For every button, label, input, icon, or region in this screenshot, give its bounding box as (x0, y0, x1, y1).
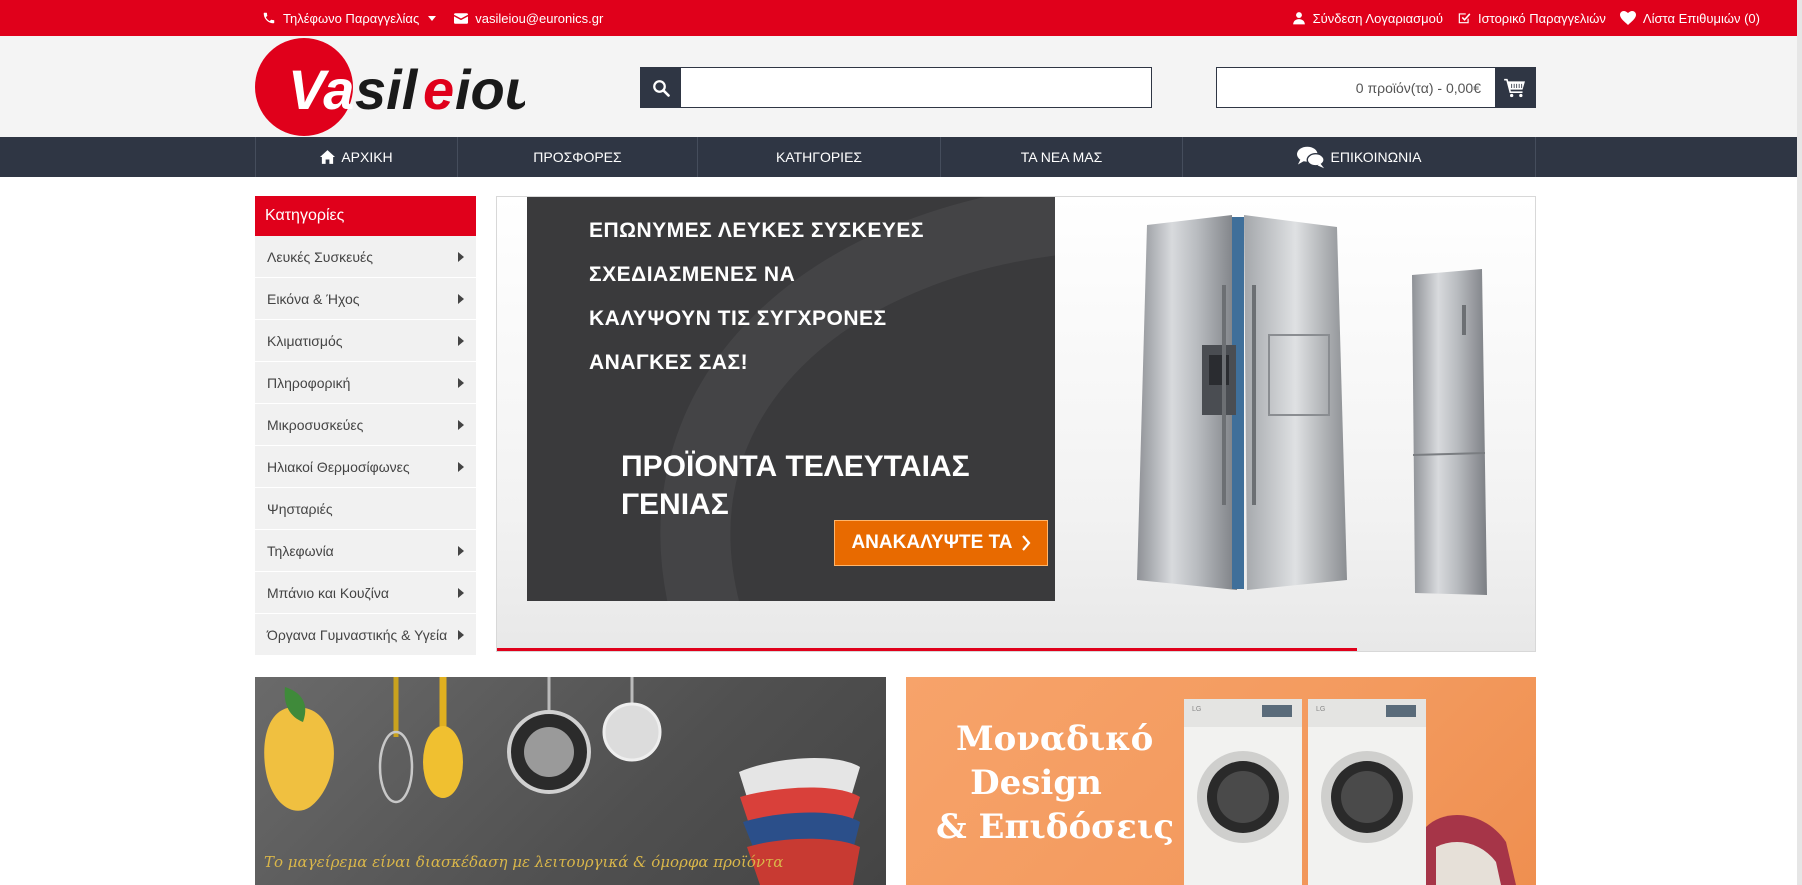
discover-button-label: ΑΝΑΚΑΛΥΨΤΕ ΤΑ (851, 532, 1013, 553)
slider-progress-bar (497, 648, 1357, 651)
chevron-right-icon (1021, 535, 1030, 551)
cart-summary: 0 προϊόν(τα) - 0,00€ (1355, 79, 1481, 96)
category-label: Μικροσυσκεύες (267, 416, 364, 433)
category-item[interactable]: Εικόνα & Ήχος (255, 278, 476, 320)
kitchen-banner[interactable]: Το μαγείρεμα είναι διασκέδαση με λειτουρ… (255, 677, 886, 885)
nav-offers-label: ΠΡΟΣΦΟΡΕΣ (533, 149, 622, 165)
hero-line: ΚΑΛΥΨΟΥΝ ΤΙΣ ΣΥΓΧΡΟΝΕΣ (589, 307, 887, 330)
order-history-label: Ιστορικό Παραγγελιών (1477, 10, 1606, 26)
login-label: Σύνδεση Λογαριασμού (1312, 10, 1443, 26)
nav-home[interactable]: ΑΡΧΙΚΗ (256, 137, 458, 177)
category-label: Ηλιακοί Θερμοσίφωνες (267, 458, 410, 475)
washers-banner-line: & Επιδόσεις (936, 807, 1175, 847)
shopping-cart-icon (1504, 78, 1525, 97)
nav-contact-label: ΕΠΙΚΟΙΝΩΝΙΑ (1330, 149, 1422, 165)
svg-text:sil: sil (355, 58, 419, 121)
caret-right-icon (458, 251, 464, 262)
nav-categories[interactable]: ΚΑΤΗΓΟΡΙΕΣ (698, 137, 941, 177)
phone-icon (263, 12, 275, 24)
category-item[interactable]: Μικροσυσκεύες (255, 404, 476, 446)
category-label: Λευκές Συσκευές (267, 248, 373, 265)
category-item[interactable]: Όργανα Γυμναστικής & Υγεία (255, 614, 476, 656)
wishlist-label: Λίστα Επιθυμιών (0) (1642, 10, 1760, 26)
category-item[interactable]: Ηλιακοί Θερμοσίφωνες (255, 446, 476, 488)
nav-offers[interactable]: ΠΡΟΣΦΟΡΕΣ (458, 137, 698, 177)
login-link[interactable]: Σύνδεση Λογαριασμού (1292, 11, 1443, 26)
caret-right-icon (458, 377, 464, 388)
hero-slider[interactable]: ΕΠΩΝΥΜΕΣ ΛΕΥΚΕΣ ΣΥΣΚΕΥΕΣ ΣΧΕΔΙΑΣΜΕΝΕΣ ΝΑ… (496, 196, 1536, 652)
washing-machines-image: LG LG (1184, 699, 1516, 885)
cart-icon-button[interactable] (1495, 68, 1535, 107)
washers-banner-line: Design (970, 763, 1102, 803)
kitchen-banner-caption: Το μαγείρεμα είναι διασκέδαση με λειτουρ… (264, 853, 784, 871)
nav-home-label: ΑΡΧΙΚΗ (341, 149, 393, 165)
svg-text:e: e (423, 58, 454, 121)
page-scrollbar[interactable] (1797, 0, 1802, 885)
user-icon (1292, 12, 1305, 25)
order-history-link[interactable]: Ιστορικό Παραγγελιών (1457, 11, 1606, 26)
email-text: vasileiou@euronics.gr (475, 10, 604, 26)
hero-headline: ΓΕΝΙΑΣ (621, 488, 729, 521)
discover-button[interactable]: ΑΝΑΚΑΛΥΨΤΕ ΤΑ (834, 520, 1048, 566)
category-item[interactable]: Μπάνιο και Κουζίνα (255, 572, 476, 614)
category-label: Εικόνα & Ήχος (267, 290, 360, 307)
heart-icon (1619, 11, 1636, 25)
hero-text-panel: ΕΠΩΝΥΜΕΣ ΛΕΥΚΕΣ ΣΥΣΚΕΥΕΣ ΣΧΕΔΙΑΣΜΕΝΕΣ ΝΑ… (527, 197, 1055, 601)
home-icon (320, 150, 336, 164)
svg-text:iou: iou (455, 58, 525, 121)
hero-line: ΣΧΕΔΙΑΣΜΕΝΕΣ ΝΑ (589, 263, 796, 286)
category-label: Πληροφορική (267, 374, 351, 391)
washer-brand-label: LG (1316, 706, 1325, 713)
phone-order-dropdown[interactable]: Τηλέφωνο Παραγγελίας (262, 10, 437, 26)
checkbox-edit-icon (1458, 13, 1471, 24)
category-label: Όργανα Γυμναστικής & Υγεία (267, 626, 448, 643)
category-label: Μπάνιο και Κουζίνα (267, 584, 389, 601)
caret-right-icon (458, 545, 464, 556)
search-button[interactable] (641, 68, 681, 107)
envelope-icon (454, 12, 469, 24)
nav-contact[interactable]: ΕΠΙΚΟΙΝΩΝΙΑ (1183, 137, 1536, 177)
nav-news[interactable]: ΤΑ ΝΕΑ ΜΑΣ (941, 137, 1183, 177)
refrigerators-image (1137, 215, 1487, 595)
category-sidebar-title: Κατηγορίες (255, 196, 476, 236)
category-item[interactable]: Πληροφορική (255, 362, 476, 404)
wishlist-link[interactable]: Λίστα Επιθυμιών (0) (1619, 10, 1760, 26)
category-label: Κλιματισμός (267, 332, 343, 349)
hero-headline: ΠΡΟΪΟΝΤΑ ΤΕΛΕΥΤΑΙΑΣ (621, 450, 970, 483)
category-sidebar: Κατηγορίες Λευκές Συσκευές Εικόνα & Ήχος… (255, 196, 476, 656)
vasileiou-logo[interactable]: Va sil e iou (255, 37, 525, 137)
caret-right-icon (458, 293, 464, 304)
search-icon (653, 79, 670, 97)
caret-right-icon (458, 629, 464, 640)
washers-banner[interactable]: Μοναδικό Design & Επιδόσεις LG LG (906, 677, 1536, 885)
svg-text:Va: Va (288, 58, 354, 121)
caret-right-icon (458, 419, 464, 430)
washers-banner-line: Μοναδικό (956, 719, 1154, 759)
category-item[interactable]: Λευκές Συσκευές (255, 236, 476, 278)
category-label: Ψησταριές (267, 500, 333, 517)
nav-categories-label: ΚΑΤΗΓΟΡΙΕΣ (775, 149, 863, 165)
cart-button[interactable]: 0 προϊόν(τα) - 0,00€ (1216, 67, 1536, 108)
nav-news-label: ΤΑ ΝΕΑ ΜΑΣ (1020, 149, 1103, 165)
hero-line: ΕΠΩΝΥΜΕΣ ΛΕΥΚΕΣ ΣΥΣΚΕΥΕΣ (589, 219, 924, 242)
main-nav: ΑΡΧΙΚΗ ΠΡΟΣΦΟΡΕΣ ΚΑΤΗΓΟΡΙΕΣ ΤΑ ΝΕΑ ΜΑΣ Ε… (0, 137, 1797, 177)
caret-right-icon (458, 335, 464, 346)
search-bar (640, 67, 1152, 108)
category-item[interactable]: Κλιματισμός (255, 320, 476, 362)
caret-right-icon (458, 461, 464, 472)
chat-bubbles-icon (1296, 146, 1325, 169)
washer-brand-label: LG (1192, 706, 1201, 713)
top-bar: Τηλέφωνο Παραγγελίας vasileiou@euronics.… (0, 0, 1797, 36)
hero-line: ΑΝΑΓΚΕΣ ΣΑΣ! (589, 351, 749, 374)
chevron-down-icon (428, 15, 437, 21)
search-input[interactable] (681, 68, 1151, 107)
category-item[interactable]: Ψησταριές (255, 488, 476, 530)
category-label: Τηλεφωνία (267, 542, 334, 559)
phone-order-label: Τηλέφωνο Παραγγελίας (283, 10, 420, 26)
category-item[interactable]: Τηλεφωνία (255, 530, 476, 572)
caret-right-icon (458, 587, 464, 598)
email-link[interactable]: vasileiou@euronics.gr (454, 11, 603, 26)
